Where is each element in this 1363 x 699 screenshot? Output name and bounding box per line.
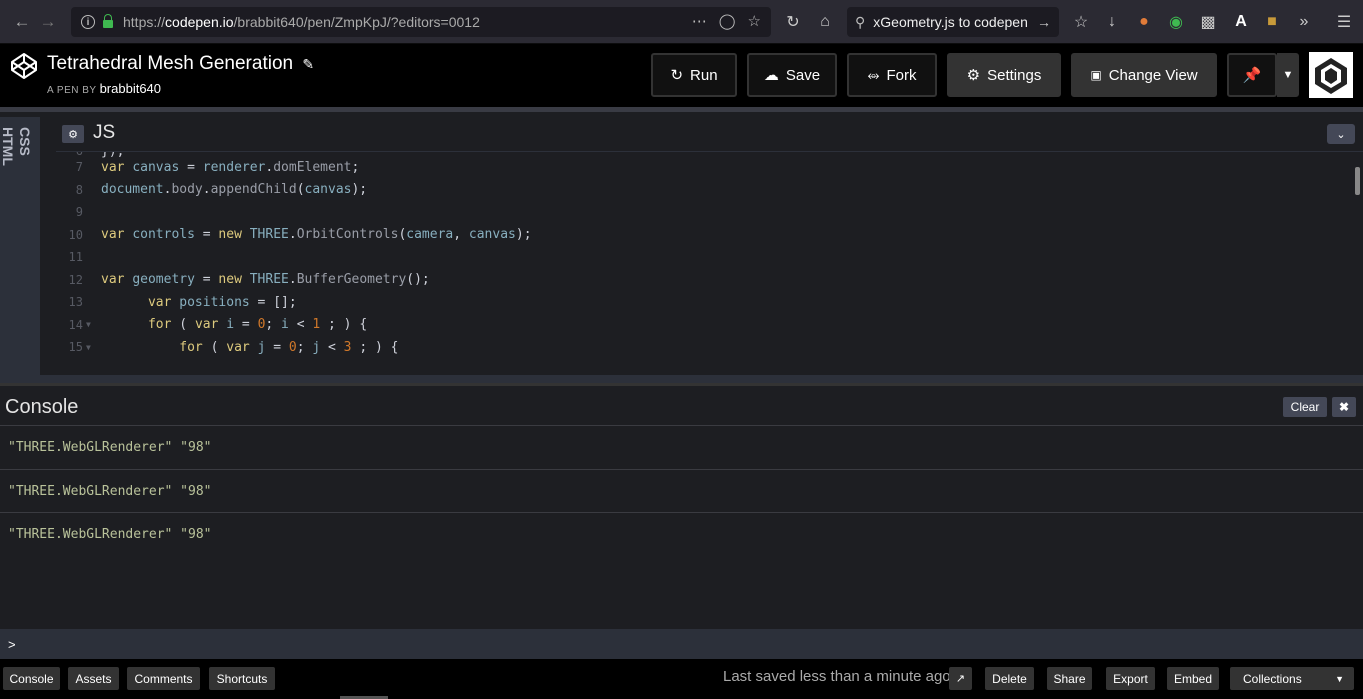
fold-arrow-icon[interactable]: ▼: [86, 320, 101, 329]
browser-toolbar: ← → i https://codepen.io/brabbit640/pen/…: [0, 0, 1363, 44]
info-icon[interactable]: i: [81, 15, 95, 29]
collections-label: Collections: [1243, 671, 1302, 686]
lock-icon[interactable]: [103, 14, 113, 28]
refresh-icon: ↻: [670, 67, 684, 84]
editor-header: ⚙ JS ⌄: [56, 117, 1363, 152]
code-line: 9: [75, 205, 83, 220]
console-panel: Console Clear ✖ "THREE.WebGLRenderer" "9…: [0, 383, 1363, 629]
bookmark-star-icon[interactable]: ☆: [748, 12, 761, 30]
pen-author-line: A PEN BY brabbit640: [47, 81, 162, 96]
fork-icon: ⥈: [867, 66, 880, 84]
console-prompt-icon: >: [8, 636, 16, 652]
html-editor-tab[interactable]: HTML: [0, 127, 16, 166]
share-button[interactable]: Share: [1047, 667, 1092, 690]
pen-header: Tetrahedral Mesh Generation ✎ A PEN BY br…: [0, 44, 1363, 107]
downloads-icon[interactable]: ↓: [1101, 11, 1123, 33]
chevron-down-icon: ▼: [1282, 69, 1294, 81]
code-line: 7 var canvas = renderer.domElement;: [75, 159, 360, 175]
change-view-button[interactable]: ▣ Change View: [1071, 53, 1217, 97]
console-title: Console: [5, 396, 79, 418]
collections-dropdown[interactable]: Collections ▼: [1230, 667, 1354, 690]
hamburger-menu-icon[interactable]: ☰: [1333, 11, 1355, 33]
forward-arrow-icon[interactable]: →: [36, 10, 60, 34]
extension-icon[interactable]: ●: [1133, 11, 1155, 33]
console-toggle-button[interactable]: Console: [3, 667, 60, 690]
delete-button[interactable]: Delete: [985, 667, 1034, 690]
edit-pencil-icon[interactable]: ✎: [302, 56, 314, 72]
pin-button[interactable]: 📌: [1227, 53, 1277, 97]
font-extension-icon[interactable]: A: [1230, 11, 1252, 33]
code-line: 13 var positions = [];: [68, 294, 297, 310]
search-go-icon[interactable]: →: [1037, 14, 1051, 30]
run-button[interactable]: ↻ Run: [651, 53, 737, 97]
address-url: https://codepen.io/brabbit640/pen/ZmpKpJ…: [123, 14, 480, 30]
collapsed-editor-tabs: HTML CSS: [0, 117, 40, 375]
console-input[interactable]: >: [0, 629, 1363, 659]
search-text: xGeometry.js to codepen: [873, 14, 1028, 30]
fork-button[interactable]: ⥈ Fork: [847, 53, 937, 97]
code-area[interactable]: 6}); 7var canvas = renderer.domElement; …: [56, 152, 1363, 371]
editor-dropdown-chevron-icon[interactable]: ⌄: [1327, 124, 1355, 144]
author-link[interactable]: brabbit640: [100, 81, 161, 96]
chevron-down-icon: ▼: [1335, 673, 1344, 684]
back-arrow-icon[interactable]: ←: [10, 10, 34, 34]
code-line: 15 ▼ for ( var j = 0; j < 3 ; ) {: [68, 339, 399, 355]
extension-icon[interactable]: ◉: [1165, 11, 1187, 33]
extension-icon[interactable]: ■: [1261, 11, 1283, 33]
home-icon[interactable]: ⌂: [814, 11, 836, 33]
fold-arrow-icon[interactable]: ▼: [86, 343, 101, 352]
code-line: 11: [68, 250, 83, 265]
code-line: 10 var controls = new THREE.OrbitControls…: [68, 227, 532, 243]
codepen-logo-icon[interactable]: [10, 52, 38, 80]
editor-title: JS: [93, 122, 116, 143]
address-bar[interactable]: i https://codepen.io/brabbit640/pen/ZmpK…: [71, 7, 771, 37]
pen-title[interactable]: Tetrahedral Mesh Generation ✎: [47, 53, 314, 75]
comments-button[interactable]: Comments: [127, 667, 200, 690]
pin-icon: 📌: [1242, 67, 1262, 84]
last-saved-status: Last saved less than a minute ago: [723, 668, 951, 685]
console-log-entry: "THREE.WebGLRenderer" "98": [0, 425, 1363, 469]
view-icon: ▣: [1090, 68, 1102, 82]
bookmarks-icon[interactable]: ☆: [1070, 11, 1092, 33]
shortcuts-button[interactable]: Shortcuts: [209, 667, 275, 690]
code-line: 12 var geometry = new THREE.BufferGeometr…: [68, 272, 430, 288]
code-line: 14 ▼ for ( var i = 0; i < 1 ; ) {: [68, 317, 368, 333]
console-clear-button[interactable]: Clear: [1283, 397, 1327, 417]
editor-settings-gear-icon[interactable]: ⚙: [62, 125, 84, 143]
js-editor[interactable]: ⚙ JS ⌄ 6}); 7var canvas = renderer.domEl…: [56, 117, 1363, 375]
open-external-icon[interactable]: ↗: [949, 667, 972, 690]
console-log-entry: "THREE.WebGLRenderer" "98": [0, 512, 1363, 556]
code-line: 8 document.body.appendChild(canvas);: [75, 182, 368, 198]
footer-bar: Console Assets Comments Shortcuts Last s…: [0, 659, 1363, 699]
avatar-image: [1309, 52, 1353, 98]
search-icon: ⚲: [855, 13, 866, 30]
css-editor-tab[interactable]: CSS: [17, 127, 33, 156]
more-actions-icon[interactable]: ⋯: [692, 12, 707, 30]
embed-button[interactable]: Embed: [1167, 667, 1219, 690]
export-button[interactable]: Export: [1106, 667, 1155, 690]
console-close-icon[interactable]: ✖: [1332, 397, 1356, 417]
editor-resize-handle[interactable]: [0, 375, 1363, 383]
user-avatar[interactable]: [1309, 52, 1353, 98]
editor-area: HTML CSS ⚙ JS ⌄ 6}); 7var canvas = rende…: [0, 107, 1363, 383]
save-button[interactable]: ☁ Save: [747, 53, 837, 97]
pocket-icon[interactable]: ◯: [719, 12, 736, 30]
assets-button[interactable]: Assets: [68, 667, 119, 690]
gear-icon: ⚙: [966, 67, 981, 84]
editor-scrollbar[interactable]: [1355, 167, 1360, 195]
cloud-icon: ☁: [763, 67, 779, 84]
reload-icon[interactable]: ↻: [782, 11, 804, 33]
console-log-entry: "THREE.WebGLRenderer" "98": [0, 469, 1363, 513]
pin-dropdown-button[interactable]: ▼: [1277, 53, 1299, 97]
extension-icon[interactable]: ▩: [1197, 11, 1219, 33]
overflow-menu-icon[interactable]: »: [1293, 11, 1315, 33]
settings-button[interactable]: ⚙ Settings: [947, 53, 1061, 97]
search-input[interactable]: ⚲ xGeometry.js to codepen →: [847, 7, 1059, 37]
